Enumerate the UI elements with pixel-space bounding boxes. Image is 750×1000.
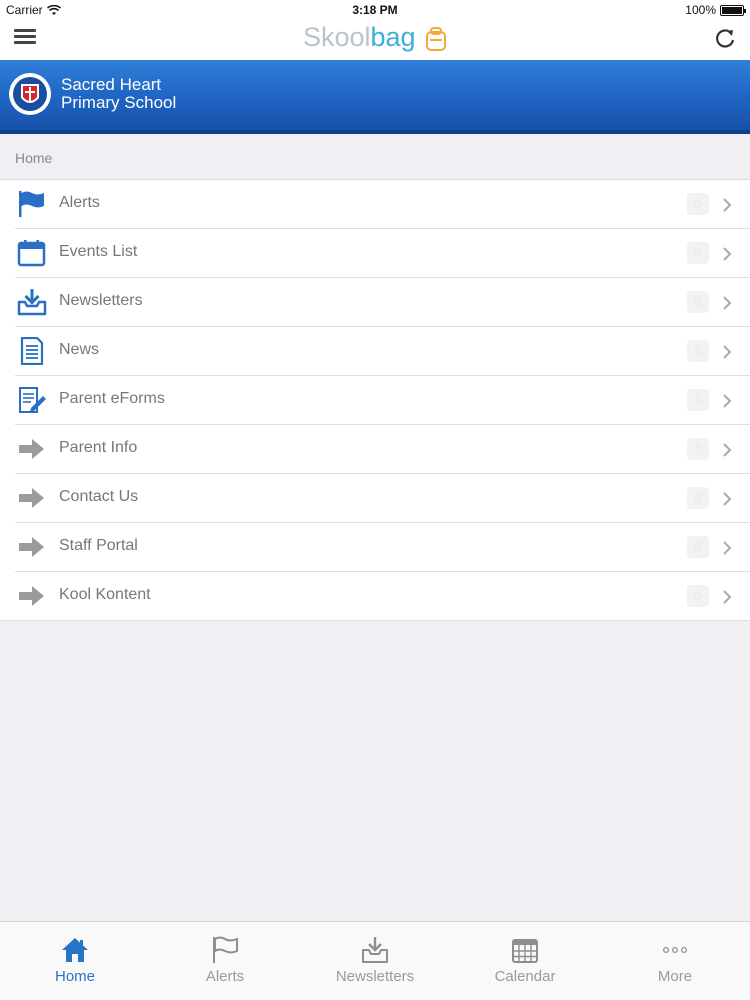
- menu-item-label: Parent Info: [59, 439, 138, 456]
- tab-more[interactable]: More: [600, 922, 750, 1000]
- chevron-right-icon: [723, 541, 732, 555]
- chevron-right-icon: [723, 345, 732, 359]
- menu-item-parent-eforms[interactable]: Parent eForms 0: [0, 376, 750, 425]
- school-crest-icon: [9, 73, 51, 115]
- count-badge: 0: [687, 340, 709, 362]
- chevron-right-icon: [723, 590, 732, 604]
- breadcrumb: Home: [15, 150, 53, 166]
- count-badge: 0: [687, 487, 709, 509]
- menu-item-kool-kontent[interactable]: Kool Kontent 0: [0, 572, 750, 621]
- school-name: Sacred Heart Primary School: [61, 76, 176, 112]
- chevron-right-icon: [723, 198, 732, 212]
- tab-calendar[interactable]: Calendar: [450, 922, 600, 1000]
- tab-alerts[interactable]: Alerts: [150, 922, 300, 1000]
- count-badge: 0: [687, 438, 709, 460]
- tab-bar: Home Alerts Newsletters Calendar More: [0, 921, 750, 1000]
- menu-item-label: Alerts: [59, 194, 100, 211]
- status-right: 100%: [685, 3, 746, 17]
- menu-list: Alerts 0 Events List 0 Newsletters 0 New…: [0, 179, 750, 621]
- battery-percent: 100%: [685, 3, 716, 17]
- menu-item-label: Staff Portal: [59, 537, 138, 554]
- refresh-icon[interactable]: [712, 25, 738, 51]
- more-dots-icon: [662, 947, 688, 954]
- count-badge: 0: [687, 536, 709, 558]
- menu-item-label: Events List: [59, 243, 138, 260]
- nav-bar: Skoolbag: [0, 20, 750, 60]
- tab-label: Newsletters: [335, 968, 415, 985]
- chevron-right-icon: [723, 394, 732, 408]
- status-time: 3:18 PM: [352, 3, 398, 17]
- tab-label: Home: [54, 968, 95, 985]
- school-name-line2: Primary School: [61, 93, 177, 112]
- menu-item-events-list[interactable]: Events List 0: [0, 229, 750, 278]
- arrow-right-icon: [19, 439, 44, 459]
- arrow-right-icon: [19, 537, 44, 557]
- chevron-right-icon: [723, 492, 732, 506]
- battery-icon: [720, 4, 746, 16]
- count-badge: 0: [687, 193, 709, 215]
- home-icon: [62, 938, 88, 962]
- menu-item-staff-portal[interactable]: Staff Portal 0: [0, 523, 750, 572]
- tab-label: Calendar: [494, 968, 556, 985]
- arrow-right-icon: [19, 488, 44, 508]
- menu-item-news[interactable]: News 0: [0, 327, 750, 376]
- arrow-right-icon: [19, 586, 44, 606]
- tab-home[interactable]: Home: [0, 922, 150, 1000]
- flag-icon: [213, 936, 238, 963]
- flag-icon: [19, 191, 44, 217]
- menu-item-label: News: [59, 341, 100, 358]
- school-bag-icon: [426, 26, 447, 51]
- calendar-icon: [17, 240, 46, 267]
- count-badge: 0: [687, 389, 709, 411]
- chevron-right-icon: [723, 247, 732, 261]
- form-pen-icon: [19, 387, 46, 413]
- chevron-right-icon: [723, 443, 732, 457]
- inbox-download-icon: [17, 289, 47, 316]
- menu-item-parent-info[interactable]: Parent Info 0: [0, 425, 750, 474]
- logo-text-skool: Skool: [302, 22, 371, 52]
- menu-item-contact-us[interactable]: Contact Us 0: [0, 474, 750, 523]
- calendar-grid-icon: [512, 939, 538, 963]
- menu-item-label: Newsletters: [59, 292, 143, 309]
- chevron-right-icon: [723, 296, 732, 310]
- school-banner: Sacred Heart Primary School: [0, 60, 750, 134]
- menu-item-alerts[interactable]: Alerts 0: [0, 180, 750, 229]
- menu-item-label: Kool Kontent: [59, 586, 151, 603]
- skoolbag-logo: Skoolbag: [0, 22, 750, 53]
- menu-item-label: Parent eForms: [59, 390, 165, 407]
- tab-label: Alerts: [205, 968, 245, 985]
- menu-item-newsletters[interactable]: Newsletters 0: [0, 278, 750, 327]
- tab-label: More: [657, 968, 693, 985]
- count-badge: 0: [687, 242, 709, 264]
- document-icon: [20, 337, 44, 365]
- inbox-download-icon: [362, 937, 388, 963]
- menu-item-label: Contact Us: [59, 488, 139, 505]
- logo-text-bag: bag: [370, 22, 416, 52]
- school-name-line1: Sacred Heart: [61, 75, 162, 94]
- status-bar: Carrier 3:18 PM 100%: [0, 0, 750, 20]
- count-badge: 0: [687, 585, 709, 607]
- count-badge: 0: [687, 291, 709, 313]
- tab-newsletters[interactable]: Newsletters: [300, 922, 450, 1000]
